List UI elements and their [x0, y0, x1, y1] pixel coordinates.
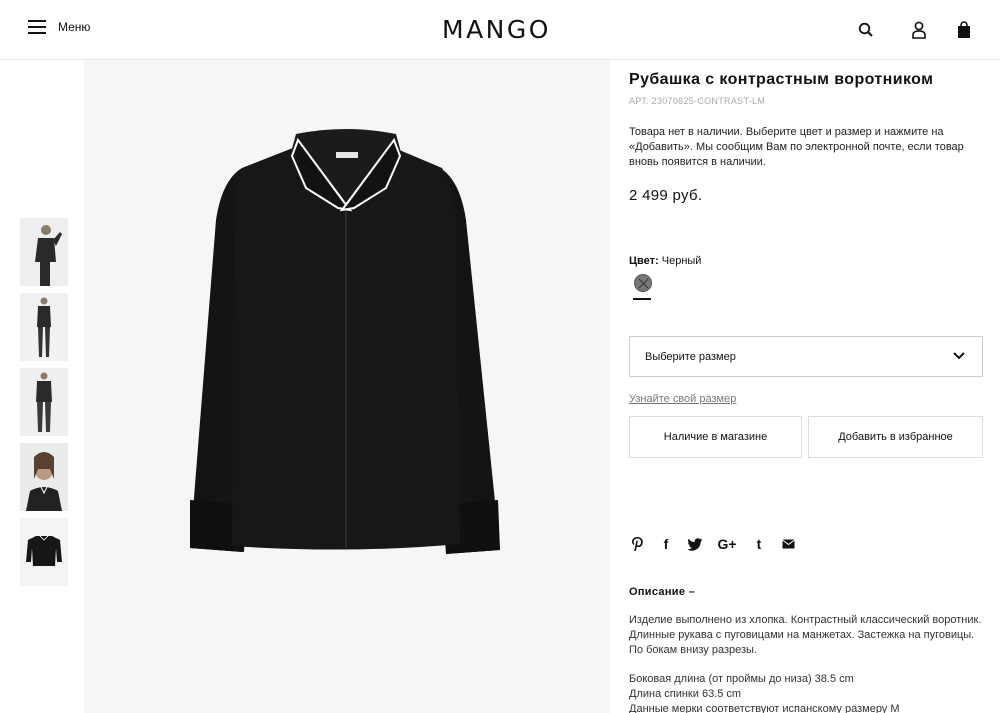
description-text: Изделие выполнено из хлопка. Контрастный… — [629, 614, 982, 656]
bag-icon[interactable] — [954, 20, 974, 40]
thumbnail-list — [20, 218, 68, 593]
brand-logo[interactable]: MANGO — [442, 15, 551, 44]
dimension-back-length: Длина спинки 63.5 cm — [629, 688, 742, 700]
product-price: 2 499 руб. — [629, 187, 703, 204]
pinterest-icon[interactable] — [629, 536, 645, 552]
dimension-size-note: Данные мерки соответствуют испанскому ра… — [629, 703, 900, 713]
size-guide-link[interactable]: Узнайте свой размер — [629, 393, 736, 405]
menu-label: Меню — [58, 20, 91, 34]
share-bar: f G+ t — [629, 536, 809, 552]
color-value: Черный — [661, 255, 702, 267]
store-availability-button[interactable]: Наличие в магазине — [629, 416, 802, 458]
dimension-side-length: Боковая длина (от проймы до низа) 38.5 c… — [629, 673, 854, 685]
menu-button[interactable]: Меню — [28, 20, 90, 34]
thumbnail-3[interactable] — [20, 368, 68, 436]
size-select[interactable]: Выберите размер — [629, 336, 983, 377]
thumbnail-1[interactable] — [20, 218, 68, 286]
size-select-placeholder: Выберите размер — [645, 350, 736, 363]
dimensions: Боковая длина (от проймы до низа) 38.5 c… — [629, 672, 900, 713]
hamburger-icon — [28, 20, 46, 34]
user-icon[interactable] — [909, 20, 929, 40]
google-plus-icon[interactable]: G+ — [716, 536, 738, 552]
search-icon[interactable] — [856, 20, 876, 40]
facebook-icon[interactable]: f — [658, 536, 674, 552]
color-label-prefix: Цвет: — [629, 255, 659, 267]
add-to-favorites-button[interactable]: Добавить в избранное — [808, 416, 983, 458]
twitter-icon[interactable] — [687, 536, 703, 552]
email-icon[interactable] — [780, 536, 796, 552]
article-number: АРТ. 23070825-CONTRAST-LM — [629, 96, 766, 106]
product-main-image[interactable] — [84, 60, 610, 713]
site-header: Меню MANGO — [0, 0, 1000, 60]
description-heading[interactable]: Описание – — [629, 586, 695, 598]
color-label: Цвет: Черный — [629, 255, 701, 267]
thumbnail-4[interactable] — [20, 443, 68, 511]
chevron-down-icon — [953, 350, 965, 365]
thumbnail-5[interactable] — [20, 518, 68, 586]
product-title: Рубашка с контрастным воротником — [629, 71, 934, 88]
color-swatch-black[interactable] — [634, 274, 652, 292]
thumbnail-2[interactable] — [20, 293, 68, 361]
tumblr-icon[interactable]: t — [751, 536, 767, 552]
out-of-stock-note: Товара нет в наличии. Выберите цвет и ра… — [629, 126, 964, 168]
selected-swatch-indicator — [633, 298, 651, 300]
